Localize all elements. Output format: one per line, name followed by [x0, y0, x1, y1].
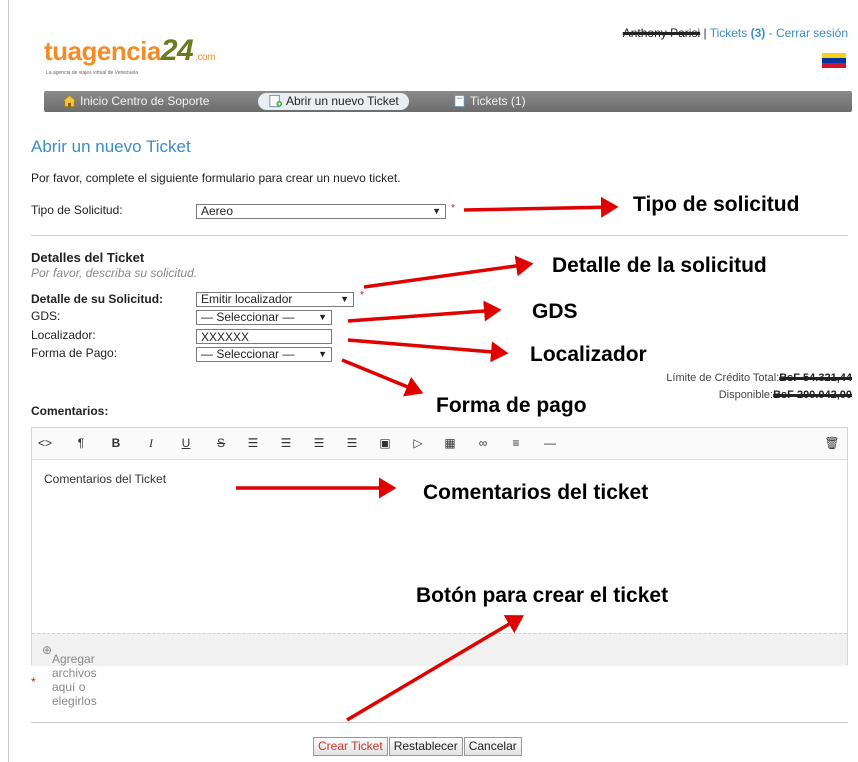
arrow-locator — [347, 338, 509, 363]
arrow-gds — [347, 300, 502, 323]
arrow-detail — [363, 255, 534, 289]
arrow-payment — [341, 358, 424, 397]
arrow-request-type — [463, 196, 619, 218]
arrow-create-button — [346, 615, 525, 722]
annotation-arrows — [236, 196, 619, 722]
